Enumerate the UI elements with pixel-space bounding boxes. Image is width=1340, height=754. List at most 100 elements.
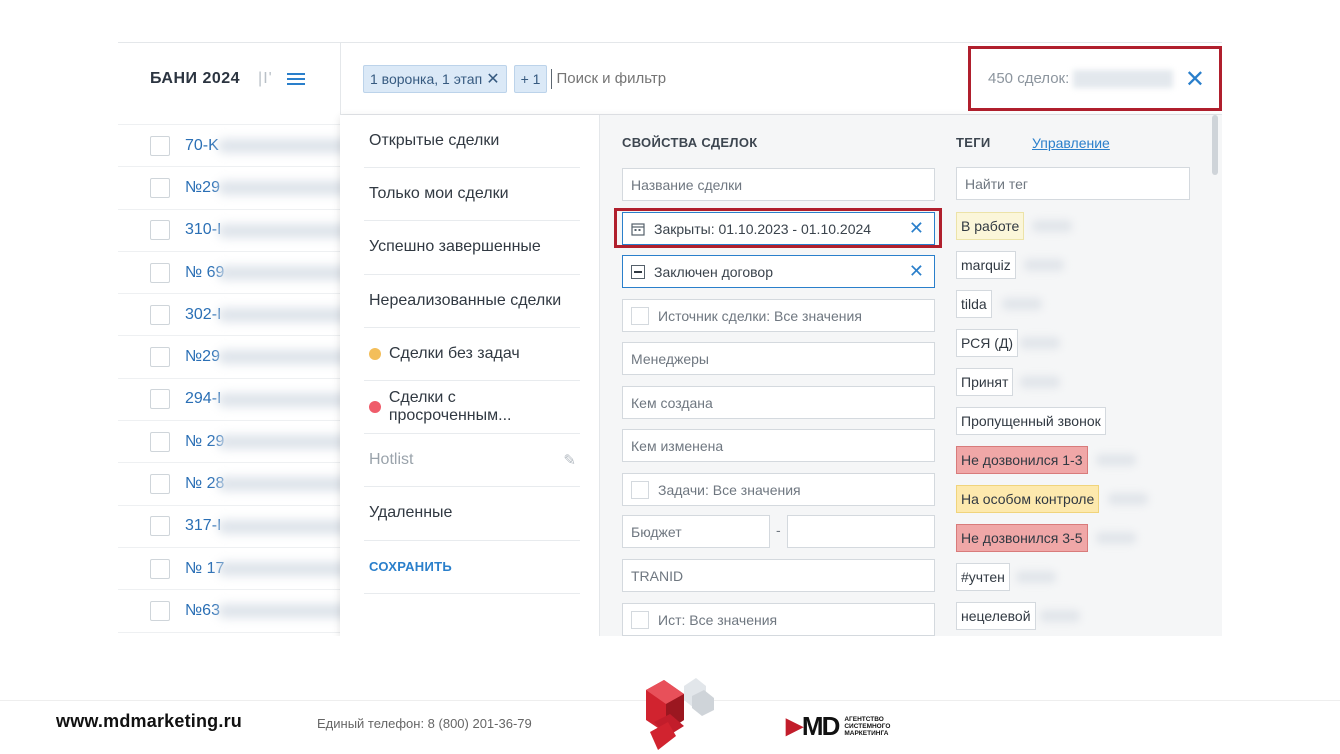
checkbox[interactable]	[631, 306, 649, 325]
row-checkbox[interactable]	[150, 431, 170, 452]
tags-manage-link[interactable]: Управление	[1032, 135, 1110, 151]
preset-my-deals[interactable]: Только мои сделки	[364, 168, 580, 222]
row-checkbox[interactable]	[150, 135, 170, 156]
table-row[interactable]: № 17	[118, 548, 368, 591]
checkbox[interactable]	[631, 480, 649, 499]
preset-label: Нереализованные сделки	[369, 291, 562, 309]
preset-label: Успешно завершенные	[369, 238, 541, 256]
deal-number[interactable]: 70-K	[185, 137, 219, 155]
preset-hotlist[interactable]: Hotlist ✎	[364, 434, 580, 488]
deal-properties: СВОЙСТВА СДЕЛОК ТЕГИ Управление Название…	[600, 115, 1222, 636]
filter-chip-more[interactable]: + 1	[513, 64, 548, 93]
pencil-icon[interactable]: ✎	[563, 451, 576, 469]
source-filter[interactable]: Источник сделки: Все значения	[622, 299, 935, 332]
row-checkbox[interactable]	[150, 389, 170, 410]
save-button[interactable]: СОХРАНИТЬ	[364, 541, 580, 594]
tag-item[interactable]: Принят	[956, 368, 1014, 396]
blurred-tag-count	[1020, 376, 1060, 388]
deal-number[interactable]: №29	[185, 179, 220, 197]
row-checkbox[interactable]	[150, 220, 170, 241]
deal-number[interactable]: №63	[185, 602, 220, 620]
website-url[interactable]: www.mdmarketing.ru	[56, 711, 242, 732]
table-row[interactable]: №29	[118, 336, 368, 379]
table-row[interactable]: 70-K	[118, 125, 368, 168]
budget-to-field[interactable]	[787, 515, 935, 548]
budget-from-field[interactable]: Бюджет	[622, 515, 770, 548]
preset-deleted[interactable]: Удаленные	[364, 487, 580, 541]
table-row[interactable]: 294-I	[118, 379, 368, 422]
table-row	[118, 115, 340, 125]
row-checkbox[interactable]	[150, 304, 170, 325]
highlight-box	[614, 208, 942, 248]
filter-panel: Открытые сделки Только мои сделки Успешн…	[340, 115, 1222, 636]
pipeline-title[interactable]: БАНИ 2024	[150, 70, 240, 88]
tasks-filter[interactable]: Задачи: Все значения	[622, 473, 935, 506]
blurred-tag-count	[1024, 259, 1064, 271]
row-checkbox[interactable]	[150, 600, 170, 621]
status-dot	[369, 347, 381, 360]
tag-item[interactable]: Пропущенный звонок	[956, 407, 1106, 435]
preset-overdue[interactable]: Сделки с просроченным...	[364, 381, 580, 435]
deal-number[interactable]: 317-I	[185, 517, 221, 535]
row-checkbox[interactable]	[150, 262, 170, 283]
table-row[interactable]: № 29	[118, 421, 368, 464]
deal-number[interactable]: 294-I	[185, 390, 221, 408]
created-by-field[interactable]: Кем создана	[622, 386, 935, 419]
blurred-tag-count	[1096, 532, 1136, 544]
preset-label: Только мои сделки	[369, 185, 509, 203]
row-checkbox[interactable]	[150, 516, 170, 537]
close-icon[interactable]: ✕	[1185, 65, 1205, 94]
scrollbar[interactable]	[1212, 115, 1218, 175]
tag-item[interactable]: Не дозвонился 3-5	[956, 524, 1088, 552]
table-row[interactable]: №63	[118, 590, 368, 633]
row-checkbox[interactable]	[150, 177, 170, 198]
ist-filter[interactable]: Ист: Все значения	[622, 603, 935, 636]
deal-name-field[interactable]: Название сделки	[622, 168, 935, 201]
menu-icon[interactable]	[286, 70, 305, 88]
preset-won-deals[interactable]: Успешно завершенные	[364, 221, 580, 275]
close-icon[interactable]: ✕	[909, 261, 924, 282]
tag-item[interactable]: tilda	[956, 290, 992, 318]
preset-lost-deals[interactable]: Нереализованные сделки	[364, 275, 580, 328]
preset-open-deals[interactable]: Открытые сделки	[364, 115, 580, 169]
budget-dash: -	[776, 522, 781, 538]
deal-number[interactable]: №29	[185, 348, 220, 366]
ist-label: Ист: Все значения	[658, 611, 778, 628]
table-row[interactable]: №29	[118, 167, 368, 210]
managers-field[interactable]: Менеджеры	[622, 342, 935, 375]
deal-number[interactable]: 310-I	[185, 221, 221, 239]
checkbox[interactable]	[631, 610, 649, 629]
preset-filters: Открытые сделки Только мои сделки Успешн…	[340, 115, 600, 636]
table-row[interactable]: № 69	[118, 252, 368, 295]
table-row[interactable]: 302-I	[118, 294, 368, 337]
tag-item[interactable]: В работе	[956, 212, 1025, 240]
modified-by-field[interactable]: Кем изменена	[622, 429, 935, 462]
contract-status-filter[interactable]: Заключен договор ✕	[622, 255, 935, 288]
tag-item[interactable]: marquiz	[956, 251, 1016, 279]
tag-item[interactable]: РСЯ (Д)	[956, 329, 1019, 357]
row-checkbox[interactable]	[150, 347, 170, 368]
table-row[interactable]: 317-I	[118, 506, 368, 548]
row-checkbox[interactable]	[150, 474, 170, 495]
status-dot	[369, 401, 381, 414]
preset-label: Сделки без задач	[389, 344, 520, 362]
blurred-tag-count	[1032, 220, 1072, 232]
view-toggle-icon[interactable]: |I'	[258, 70, 273, 88]
row-checkbox[interactable]	[150, 558, 170, 579]
table-row[interactable]: 310-I	[118, 210, 368, 252]
filter-chip-pipeline[interactable]: 1 воронка, 1 этап ✕	[363, 64, 507, 93]
close-icon[interactable]: ✕	[486, 69, 499, 89]
preset-no-tasks[interactable]: Сделки без задач	[364, 328, 580, 381]
tag-item[interactable]: Не дозвонился 1-3	[956, 446, 1088, 474]
tag-search-input[interactable]: Найти тег	[956, 167, 1190, 200]
cubes-logo-icon	[646, 678, 714, 750]
tranid-field[interactable]: TRANID	[622, 559, 935, 592]
deal-number[interactable]: 302-I	[185, 306, 221, 324]
table-row[interactable]: № 28	[118, 463, 368, 506]
search-input[interactable]	[551, 68, 852, 89]
tag-item[interactable]: #учтен	[956, 563, 1010, 591]
crm-screenshot: БАНИ 2024 |I' 70-K №29 310-I № 69 302-I …	[118, 42, 1222, 636]
deal-count-label: 450 сделок:	[988, 70, 1070, 87]
tag-item[interactable]: На особом контроле	[956, 485, 1100, 513]
tag-item[interactable]: нецелевой	[956, 602, 1036, 630]
